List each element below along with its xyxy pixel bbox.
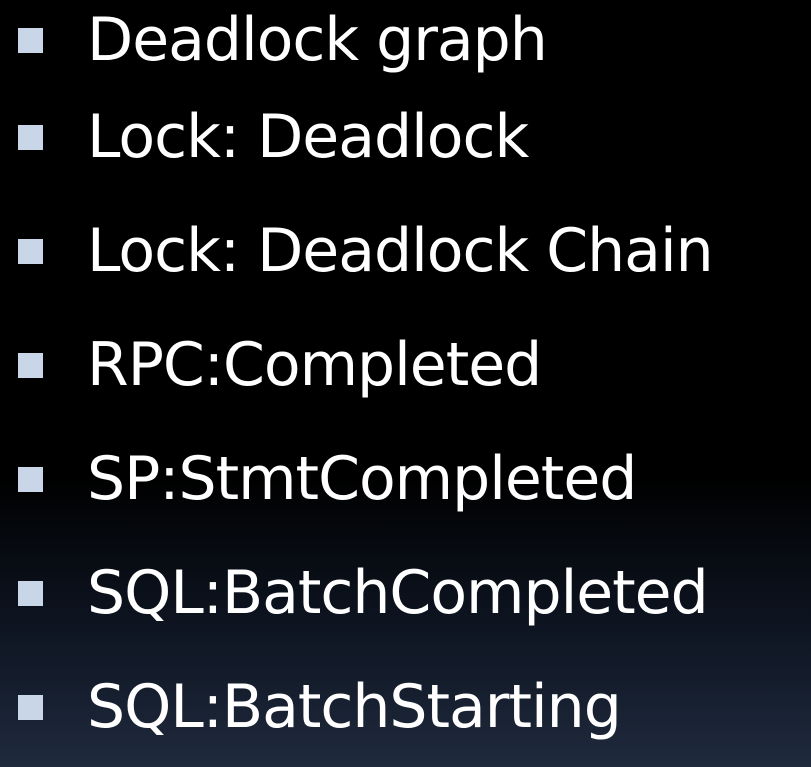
bullet-text: Lock: Deadlock Chain (87, 216, 714, 286)
bullet-text: Lock: Deadlock (87, 102, 529, 172)
square-bullet-icon (18, 352, 43, 378)
bullet-item: SQL:BatchCompleted (18, 536, 713, 650)
bullet-text: SP:StmtCompleted (87, 444, 637, 514)
square-bullet-icon (18, 580, 43, 606)
square-bullet-icon (18, 694, 43, 720)
square-bullet-icon (18, 238, 43, 264)
bullet-item: SP:StmtCompleted (18, 422, 713, 536)
square-bullet-icon (18, 124, 43, 150)
square-bullet-icon (18, 466, 43, 492)
bullet-item: Lock: Deadlock Chain (18, 194, 714, 308)
bullet-text: RPC:Completed (87, 330, 542, 400)
square-bullet-icon (18, 27, 43, 53)
bullet-text: SQL:BatchCompleted (87, 558, 709, 628)
slide: Deadlock graph Lock: Deadlock Lock: Dead… (0, 0, 811, 767)
bullet-list: Deadlock graph Lock: Deadlock Lock: Dead… (18, 0, 714, 764)
bullet-text: SQL:BatchStarting (87, 672, 622, 742)
bullet-text: Deadlock graph (87, 5, 548, 75)
bullet-item: RPC:Completed (18, 308, 713, 422)
bullet-item: Deadlock graph (18, 0, 713, 80)
bullet-item: SQL:BatchStarting (18, 650, 713, 764)
bullet-item: Lock: Deadlock (18, 80, 713, 194)
